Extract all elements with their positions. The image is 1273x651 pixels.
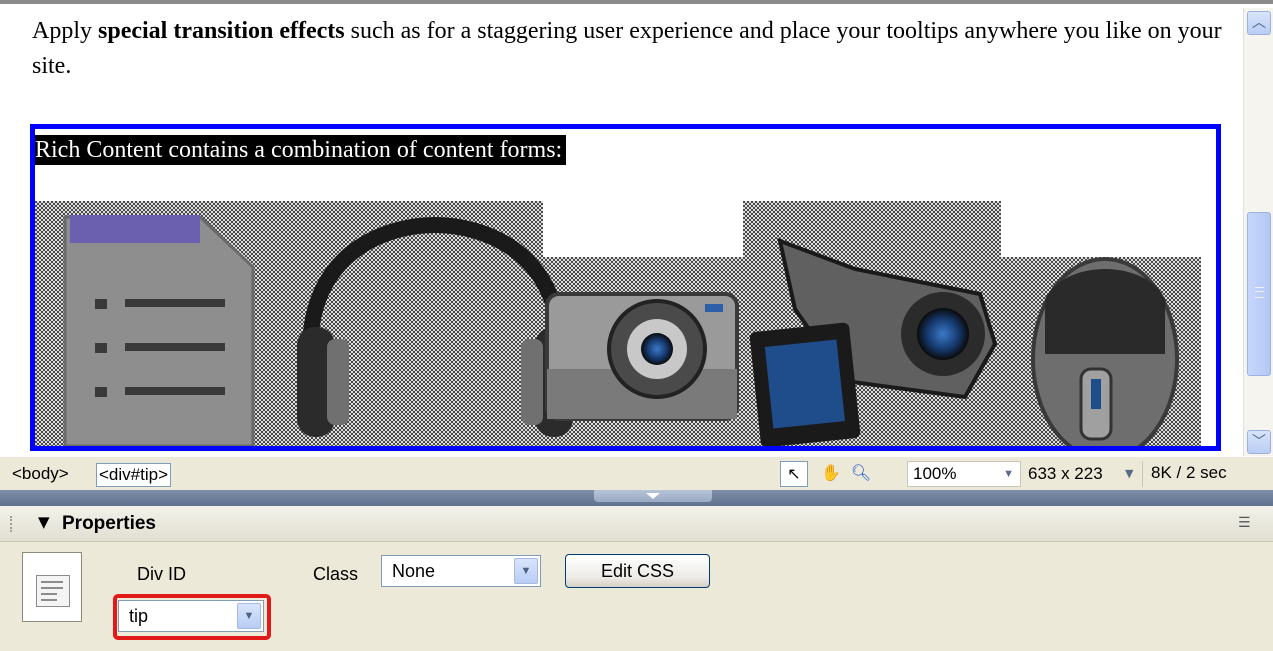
tag-selector-div[interactable]: <div#tip> bbox=[96, 463, 171, 487]
tag-selector-body[interactable]: <body> bbox=[10, 463, 71, 485]
div-id-label: Div ID bbox=[137, 564, 186, 584]
zoom-select[interactable]: 100% ▼ bbox=[907, 461, 1021, 487]
properties-title: Properties bbox=[62, 513, 156, 534]
chevron-down-icon[interactable]: ▼ bbox=[1125, 463, 1133, 485]
drag-grip-icon[interactable] bbox=[10, 516, 18, 532]
chevron-down-icon: ﹀ bbox=[1252, 434, 1266, 450]
window-size[interactable]: 633 x 223 bbox=[1028, 463, 1103, 485]
properties-panel: Div ID Class None ▼ Edit CSS tip ▼ bbox=[0, 542, 1273, 651]
scroll-down-button[interactable]: ﹀ bbox=[1247, 430, 1271, 454]
div-id-select[interactable]: tip ▼ bbox=[118, 600, 264, 632]
panel-splitter[interactable] bbox=[0, 490, 1273, 506]
scroll-up-button[interactable]: ︿ bbox=[1247, 11, 1271, 35]
tip-div[interactable]: Rich Content contains a combination of c… bbox=[30, 124, 1221, 451]
select-tool-icon[interactable]: ↖ bbox=[780, 461, 808, 487]
edit-css-button[interactable]: Edit CSS bbox=[565, 554, 710, 588]
grip-icon bbox=[1255, 287, 1264, 298]
chevron-down-icon[interactable]: ▼ bbox=[514, 558, 538, 584]
chevron-down-icon: ▼ bbox=[1003, 468, 1014, 480]
chevron-down-icon[interactable]: ▼ bbox=[237, 603, 261, 629]
class-value: None bbox=[392, 561, 436, 581]
camera-icon bbox=[545, 292, 739, 421]
properties-header[interactable]: ▼ Properties ☰ bbox=[0, 506, 1273, 542]
mouse-icon bbox=[1031, 257, 1179, 446]
tip-heading: Rich Content contains a combination of c… bbox=[35, 135, 567, 165]
div-element-icon bbox=[22, 552, 82, 622]
class-label: Class bbox=[313, 564, 359, 584]
scroll-thumb[interactable] bbox=[1247, 212, 1271, 376]
hand-tool-icon[interactable]: ✋ bbox=[818, 461, 844, 485]
rich-content-image bbox=[35, 201, 1201, 446]
intro-paragraph: Apply special transition effects such as… bbox=[32, 14, 1222, 84]
expand-triangle-icon[interactable]: ▼ bbox=[38, 513, 50, 531]
panel-options-icon[interactable]: ☰ bbox=[1238, 515, 1260, 533]
document-icon bbox=[63, 215, 255, 446]
design-view[interactable]: Apply special transition effects such as… bbox=[0, 0, 1273, 456]
intro-text-start: Apply bbox=[32, 18, 98, 44]
div-id-value: tip bbox=[129, 606, 149, 626]
chevron-up-icon: ︿ bbox=[1252, 15, 1266, 31]
zoom-value: 100% bbox=[913, 464, 957, 483]
collapse-handle[interactable] bbox=[594, 490, 712, 502]
zoom-tool-icon[interactable]: 🔍︎ bbox=[848, 461, 874, 485]
vertical-scrollbar[interactable]: ︿ ﹀ bbox=[1243, 8, 1273, 456]
status-bar: <body> <div#tip> ↖ ✋ 🔍︎ 100% ▼ 633 x 223 … bbox=[0, 456, 1273, 490]
intro-bold-text: special transition effects bbox=[98, 18, 345, 44]
download-size: 8K / 2 sec bbox=[1142, 461, 1227, 487]
class-select[interactable]: None ▼ bbox=[381, 555, 541, 587]
